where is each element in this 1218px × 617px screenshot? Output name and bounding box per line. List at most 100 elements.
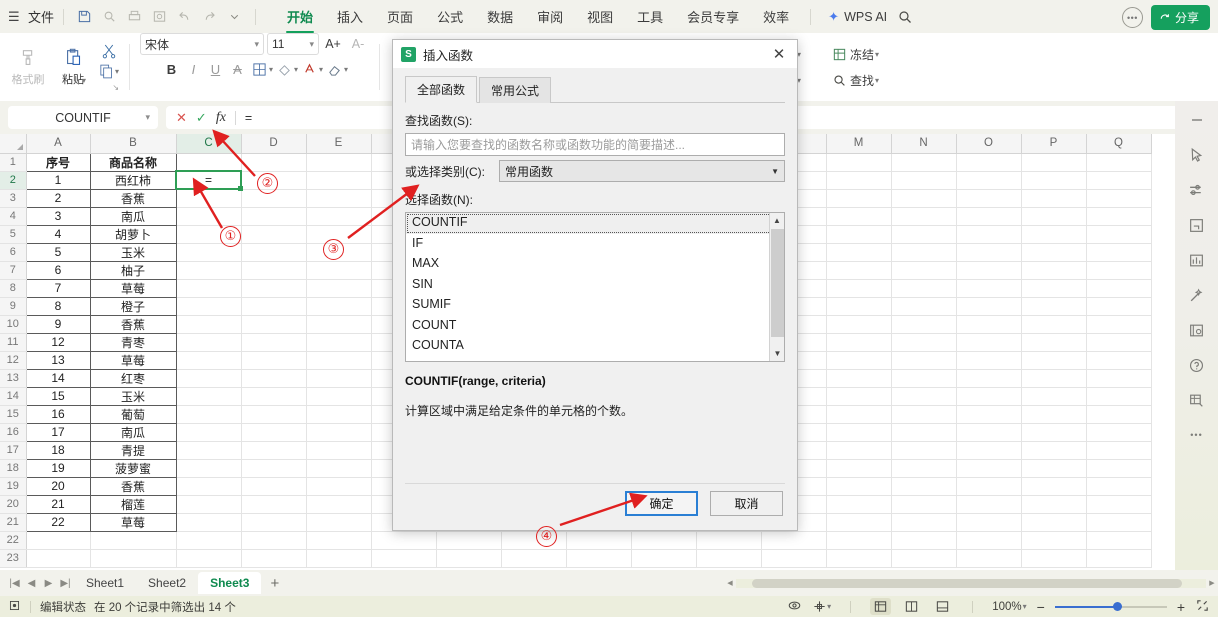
cell-C21[interactable] xyxy=(176,513,241,531)
cell-I23[interactable] xyxy=(566,549,631,567)
cell-K22[interactable] xyxy=(696,531,761,549)
cell-N21[interactable] xyxy=(891,513,956,531)
cell-D17[interactable] xyxy=(241,441,306,459)
cell-Q19[interactable] xyxy=(1086,477,1151,495)
cell-N7[interactable] xyxy=(891,261,956,279)
cell-D13[interactable] xyxy=(241,369,306,387)
chevron-down-icon[interactable]: ▾ xyxy=(269,65,273,74)
image-tools-icon[interactable] xyxy=(1186,319,1208,341)
confirm-icon[interactable]: ✓ xyxy=(196,110,207,126)
chevron-down-icon[interactable]: ▾ xyxy=(319,65,323,74)
cell-D11[interactable] xyxy=(241,333,306,351)
cell-C9[interactable] xyxy=(176,297,241,315)
scroll-down-icon[interactable]: ▼ xyxy=(770,346,785,361)
cell-D19[interactable] xyxy=(241,477,306,495)
zoom-in-button[interactable]: + xyxy=(1177,599,1185,615)
cell-M23[interactable] xyxy=(826,549,891,567)
row-header-22[interactable]: 22 xyxy=(0,531,26,549)
cell-B10[interactable]: 香蕉 xyxy=(90,315,176,333)
row-header-4[interactable]: 4 xyxy=(0,207,26,225)
cell-F22[interactable] xyxy=(371,531,436,549)
more-dots-icon[interactable]: ••• xyxy=(1186,424,1208,446)
tab-tools[interactable]: 工具 xyxy=(625,2,675,31)
cell-B23[interactable] xyxy=(90,549,176,567)
underline-button[interactable]: U xyxy=(205,59,226,80)
cell-A23[interactable] xyxy=(26,549,90,567)
function-list[interactable]: COUNTIFIFMAXSINSUMIFCOUNTCOUNTAAVERAGE ▲… xyxy=(405,212,785,362)
cell-A1[interactable]: 序号 xyxy=(26,153,90,171)
cell-E14[interactable] xyxy=(306,387,371,405)
cell-J23[interactable] xyxy=(631,549,696,567)
chevron-down-icon[interactable]: ▾ xyxy=(1023,602,1027,611)
cell-B4[interactable]: 南瓜 xyxy=(90,207,176,225)
zoom-slider-knob[interactable] xyxy=(1113,602,1122,611)
cell-O13[interactable] xyxy=(956,369,1021,387)
cell-M12[interactable] xyxy=(826,351,891,369)
row-header-8[interactable]: 8 xyxy=(0,279,26,297)
fill-color-icon[interactable] xyxy=(274,59,295,80)
column-header-A[interactable]: A xyxy=(26,134,90,153)
sheet-tab-sheet1[interactable]: Sheet1 xyxy=(74,572,136,594)
cell-A19[interactable]: 20 xyxy=(26,477,90,495)
cell-N16[interactable] xyxy=(891,423,956,441)
cell-Q15[interactable] xyxy=(1086,405,1151,423)
cell-E12[interactable] xyxy=(306,351,371,369)
cell-D10[interactable] xyxy=(241,315,306,333)
cell-G23[interactable] xyxy=(436,549,501,567)
cell-O8[interactable] xyxy=(956,279,1021,297)
search-function-input[interactable]: 请输入您要查找的函数名称或函数功能的简要描述... xyxy=(405,133,785,156)
cell-C1[interactable] xyxy=(176,153,241,171)
italic-button[interactable]: I xyxy=(183,59,204,80)
cell-B8[interactable]: 草莓 xyxy=(90,279,176,297)
cell-Q5[interactable] xyxy=(1086,225,1151,243)
tab-start[interactable]: 开始 xyxy=(275,2,325,31)
cell-C17[interactable] xyxy=(176,441,241,459)
cell-A4[interactable]: 3 xyxy=(26,207,90,225)
cell-B21[interactable]: 草莓 xyxy=(90,513,176,531)
cell-Q13[interactable] xyxy=(1086,369,1151,387)
chevron-down-icon[interactable] xyxy=(223,5,246,28)
freeze-button[interactable]: 冻结 ▾ xyxy=(828,44,900,65)
cell-Q7[interactable] xyxy=(1086,261,1151,279)
zoom-out-button[interactable]: − xyxy=(1037,599,1045,615)
cell-A7[interactable]: 6 xyxy=(26,261,90,279)
share-button[interactable]: 分享 xyxy=(1151,5,1210,30)
fullscreen-icon[interactable] xyxy=(1195,598,1210,616)
cell-N12[interactable] xyxy=(891,351,956,369)
cell-M17[interactable] xyxy=(826,441,891,459)
more-options-icon[interactable]: ••• xyxy=(1122,7,1143,28)
search-doc-icon[interactable] xyxy=(98,5,121,28)
cell-P6[interactable] xyxy=(1021,243,1086,261)
cell-N3[interactable] xyxy=(891,189,956,207)
cell-B1[interactable]: 商品名称 xyxy=(90,153,176,171)
row-header-15[interactable]: 15 xyxy=(0,405,26,423)
cell-P10[interactable] xyxy=(1021,315,1086,333)
cell-Q3[interactable] xyxy=(1086,189,1151,207)
cell-O6[interactable] xyxy=(956,243,1021,261)
cell-P19[interactable] xyxy=(1021,477,1086,495)
cell-A17[interactable]: 18 xyxy=(26,441,90,459)
row-header-16[interactable]: 16 xyxy=(0,423,26,441)
cell-O15[interactable] xyxy=(956,405,1021,423)
cell-N15[interactable] xyxy=(891,405,956,423)
cell-E3[interactable] xyxy=(306,189,371,207)
cell-A15[interactable]: 16 xyxy=(26,405,90,423)
cell-A3[interactable]: 2 xyxy=(26,189,90,207)
row-header-19[interactable]: 19 xyxy=(0,477,26,495)
hscroll-right-icon[interactable]: ▶ xyxy=(1206,579,1218,587)
prev-sheet-icon[interactable]: ◀ xyxy=(23,578,40,589)
cell-B3[interactable]: 香蕉 xyxy=(90,189,176,207)
cell-P7[interactable] xyxy=(1021,261,1086,279)
category-select[interactable]: 常用函数 xyxy=(499,160,785,182)
cell-N23[interactable] xyxy=(891,549,956,567)
cell-O16[interactable] xyxy=(956,423,1021,441)
cell-P13[interactable] xyxy=(1021,369,1086,387)
cell-L22[interactable] xyxy=(761,531,826,549)
cell-Q18[interactable] xyxy=(1086,459,1151,477)
cell-M14[interactable] xyxy=(826,387,891,405)
row-header-1[interactable]: 1 xyxy=(0,153,26,171)
cell-E8[interactable] xyxy=(306,279,371,297)
column-header-M[interactable]: M xyxy=(826,134,891,153)
cell-O22[interactable] xyxy=(956,531,1021,549)
cell-B13[interactable]: 红枣 xyxy=(90,369,176,387)
